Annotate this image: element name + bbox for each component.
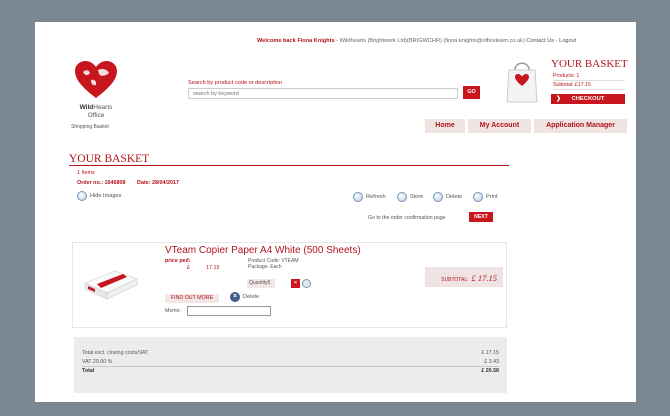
- total-excl-row: Total excl. closing costs/VAT £ 17.15: [82, 349, 499, 358]
- shopping-bag-icon: [506, 62, 538, 103]
- total-excl-label: Total excl. closing costs/VAT: [82, 350, 149, 356]
- product-title[interactable]: VTeam Copier Paper A4 White (500 Sheets): [165, 245, 361, 256]
- basket-subtotal: Subtotal: £17.15: [553, 82, 625, 90]
- welcome-text: Welcome back Fiona Knights: [257, 38, 335, 44]
- order-date: Date: 28/04/2017: [137, 180, 180, 186]
- grand-total-value: £ 20.58: [481, 368, 499, 374]
- contact-link[interactable]: Contact Us: [526, 38, 554, 44]
- item-delete-label: Delete: [243, 294, 260, 300]
- next-button[interactable]: NEXT: [469, 212, 493, 222]
- photo-toggle-icon: [77, 191, 87, 201]
- basket-products: Products: 1: [553, 73, 625, 81]
- find-out-more-button[interactable]: FIND OUT MORE: [165, 294, 219, 303]
- logo-name-rest: Hearts: [93, 104, 113, 111]
- totals-panel: Total excl. closing costs/VAT £ 17.15 VA…: [74, 337, 507, 393]
- checkout-button[interactable]: ❯ CHECKOUT: [551, 94, 625, 104]
- hide-images-label: Hide Images: [90, 193, 122, 199]
- vat-row: VAT 20.00 % £ 3.43: [82, 358, 499, 367]
- go-button[interactable]: GO: [463, 86, 480, 99]
- chevron-down-icon: ❯: [556, 96, 562, 102]
- store-button[interactable]: Store: [397, 192, 423, 202]
- checkout-label: CHECKOUT: [571, 96, 605, 102]
- top-bar: Welcome back Fiona Knights - Wildhearts …: [257, 38, 576, 44]
- store-icon: [397, 192, 407, 202]
- nav-home[interactable]: Home: [425, 119, 465, 133]
- price-label: price per: [165, 258, 188, 264]
- refresh-button[interactable]: Refresh: [353, 192, 386, 202]
- print-icon: [473, 192, 483, 202]
- goto-confirmation-text: Go to the order confirmation page: [368, 215, 446, 221]
- logout-link[interactable]: Logout: [559, 38, 576, 44]
- search-input[interactable]: [188, 88, 458, 99]
- quantity-field[interactable]: Quantity5: [247, 279, 275, 288]
- refresh-label: Refresh: [366, 194, 386, 200]
- price-value: 5 £17.15: [187, 258, 220, 272]
- nav-my-account[interactable]: My Account: [468, 119, 531, 133]
- page-title: YOUR BASKET: [69, 153, 150, 165]
- items-count: 1 Items: [77, 170, 95, 176]
- price-unit: 5: [187, 258, 190, 264]
- delete-label: Delete: [446, 194, 463, 200]
- delete-icon: [433, 192, 443, 202]
- breadcrumb: Shopping Basket: [71, 124, 109, 130]
- search-label: Search by product code or description: [188, 80, 283, 86]
- logo-name-bold: Wild: [79, 104, 94, 111]
- grand-total-label: Total: [82, 368, 95, 374]
- product-image[interactable]: [83, 265, 139, 301]
- delete-button[interactable]: Delete: [433, 192, 462, 202]
- grand-total-row: Total £ 20.58: [82, 367, 499, 376]
- top-separator: -: [555, 38, 558, 44]
- product-meta: Product Code: VTEAM Package: Each: [248, 258, 299, 270]
- order-info: Order no.: 1646808 Date: 28/04/2017: [77, 180, 189, 186]
- logo-text: WildHearts Office: [73, 104, 119, 119]
- close-icon: ×: [230, 292, 240, 302]
- update-quantity-icon[interactable]: [302, 279, 311, 288]
- item-delete-button[interactable]: × Delete: [230, 292, 259, 302]
- item-subtotal-label: SUBTOTAL:: [441, 277, 469, 283]
- vat-value: £ 3.43: [484, 359, 499, 365]
- heart-globe-icon[interactable]: [73, 60, 119, 100]
- account-info: - Wildhearts (Brightwork Ltd)(BRIGWCHR) …: [336, 38, 525, 44]
- item-subtotal-value: £ 17.15: [471, 273, 498, 283]
- item-subtotal: SUBTOTAL: £ 17.15: [425, 267, 503, 287]
- vat-label: VAT 20.00 %: [82, 359, 113, 365]
- total-excl-value: £ 17.15: [481, 350, 499, 356]
- refresh-icon: [353, 192, 363, 202]
- price-currency: £: [187, 265, 190, 271]
- quantity-remove-button[interactable]: ✕: [291, 279, 300, 288]
- page: Welcome back Fiona Knights - Wildhearts …: [35, 22, 636, 402]
- print-label: Print: [486, 194, 498, 200]
- nav-application-manager[interactable]: Application Manager: [534, 119, 627, 133]
- print-button[interactable]: Print: [473, 192, 498, 202]
- order-number: Order no.: 1646808: [77, 180, 126, 186]
- product-package: Package: Each: [248, 264, 282, 270]
- memo-label: Memo:: [165, 308, 181, 314]
- basket-item: VTeam Copier Paper A4 White (500 Sheets)…: [72, 242, 507, 328]
- title-divider: [69, 165, 509, 166]
- price-amount: 17.15: [206, 265, 220, 271]
- store-label: Store: [410, 194, 424, 200]
- hide-images-toggle[interactable]: Hide Images: [77, 191, 121, 201]
- basket-title: YOUR BASKET: [551, 58, 628, 70]
- logo-sub: Office: [87, 111, 105, 119]
- memo-input[interactable]: [187, 306, 271, 316]
